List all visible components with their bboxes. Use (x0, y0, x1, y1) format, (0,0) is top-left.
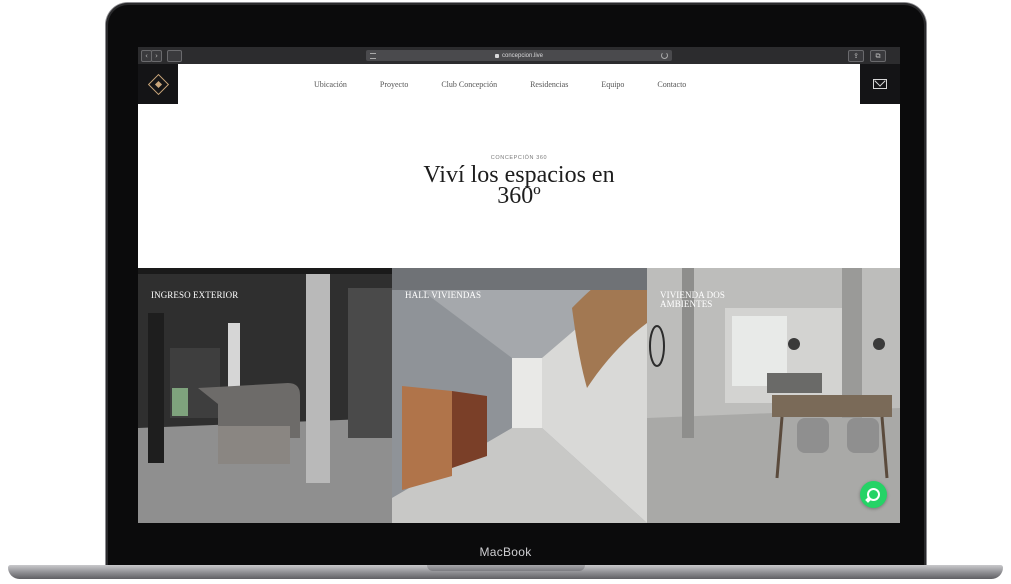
nav-item-ubicacion[interactable]: Ubicación (314, 80, 347, 89)
whatsapp-icon (867, 488, 880, 501)
page-title-line-2: 360º (497, 183, 541, 209)
laptop-notch (427, 565, 585, 571)
main-nav: Ubicación Proyecto Club Concepción Resid… (314, 64, 686, 104)
screen: ‹ › concepcion.live ⇪ ⧉ Ubicación Proyec… (138, 47, 900, 523)
reload-icon[interactable] (661, 52, 668, 59)
device-label: MacBook (479, 545, 532, 559)
nav-item-club-concepcion[interactable]: Club Concepción (441, 80, 497, 89)
lock-icon (494, 53, 499, 58)
site-header: Ubicación Proyecto Club Concepción Resid… (138, 64, 900, 104)
tour-grid: INGRESO EXTERIOR HALL VIVIENDAS VIVIENDA… (138, 268, 900, 523)
tour-label-line-2: AMBIENTES (660, 299, 713, 309)
tour-card-ingreso-exterior[interactable]: INGRESO EXTERIOR (138, 268, 392, 523)
hall-viviendas-image (392, 268, 647, 523)
address-bar[interactable]: concepcion.live (366, 50, 672, 61)
nav-item-proyecto[interactable]: Proyecto (380, 80, 408, 89)
logo-diamond-icon (147, 73, 169, 95)
nav-item-contacto[interactable]: Contacto (657, 80, 686, 89)
tabs-button[interactable]: ⧉ (870, 50, 886, 62)
nav-item-residencias[interactable]: Residencias (530, 80, 568, 89)
section-eyebrow: CONCEPCIÓN 360 (490, 155, 548, 161)
mail-button[interactable] (860, 64, 900, 104)
address-text: concepcion.live (501, 52, 544, 59)
tour-card-hall-viviendas[interactable]: HALL VIVIENDAS (392, 268, 647, 523)
tour-label: VIVIENDA DOS AMBIENTES (660, 291, 725, 309)
tour-label: INGRESO EXTERIOR (151, 290, 239, 300)
logo[interactable] (138, 64, 178, 104)
nav-item-equipo[interactable]: Equipo (601, 80, 624, 89)
envelope-icon (873, 79, 887, 89)
forward-button[interactable]: › (151, 50, 162, 62)
share-button[interactable]: ⇪ (848, 50, 864, 62)
whatsapp-button[interactable] (860, 481, 887, 508)
sidebar-toggle-button[interactable] (167, 50, 182, 62)
tour-card-vivienda-dos-ambientes[interactable]: VIVIENDA DOS AMBIENTES (647, 268, 900, 523)
ingreso-exterior-image (138, 268, 392, 523)
reader-icon[interactable] (370, 53, 376, 59)
page-title: Viví los espacios en 360º (369, 163, 669, 209)
tour-label: HALL VIVIENDAS (405, 290, 482, 300)
browser-toolbar: ‹ › concepcion.live ⇪ ⧉ (138, 47, 900, 64)
